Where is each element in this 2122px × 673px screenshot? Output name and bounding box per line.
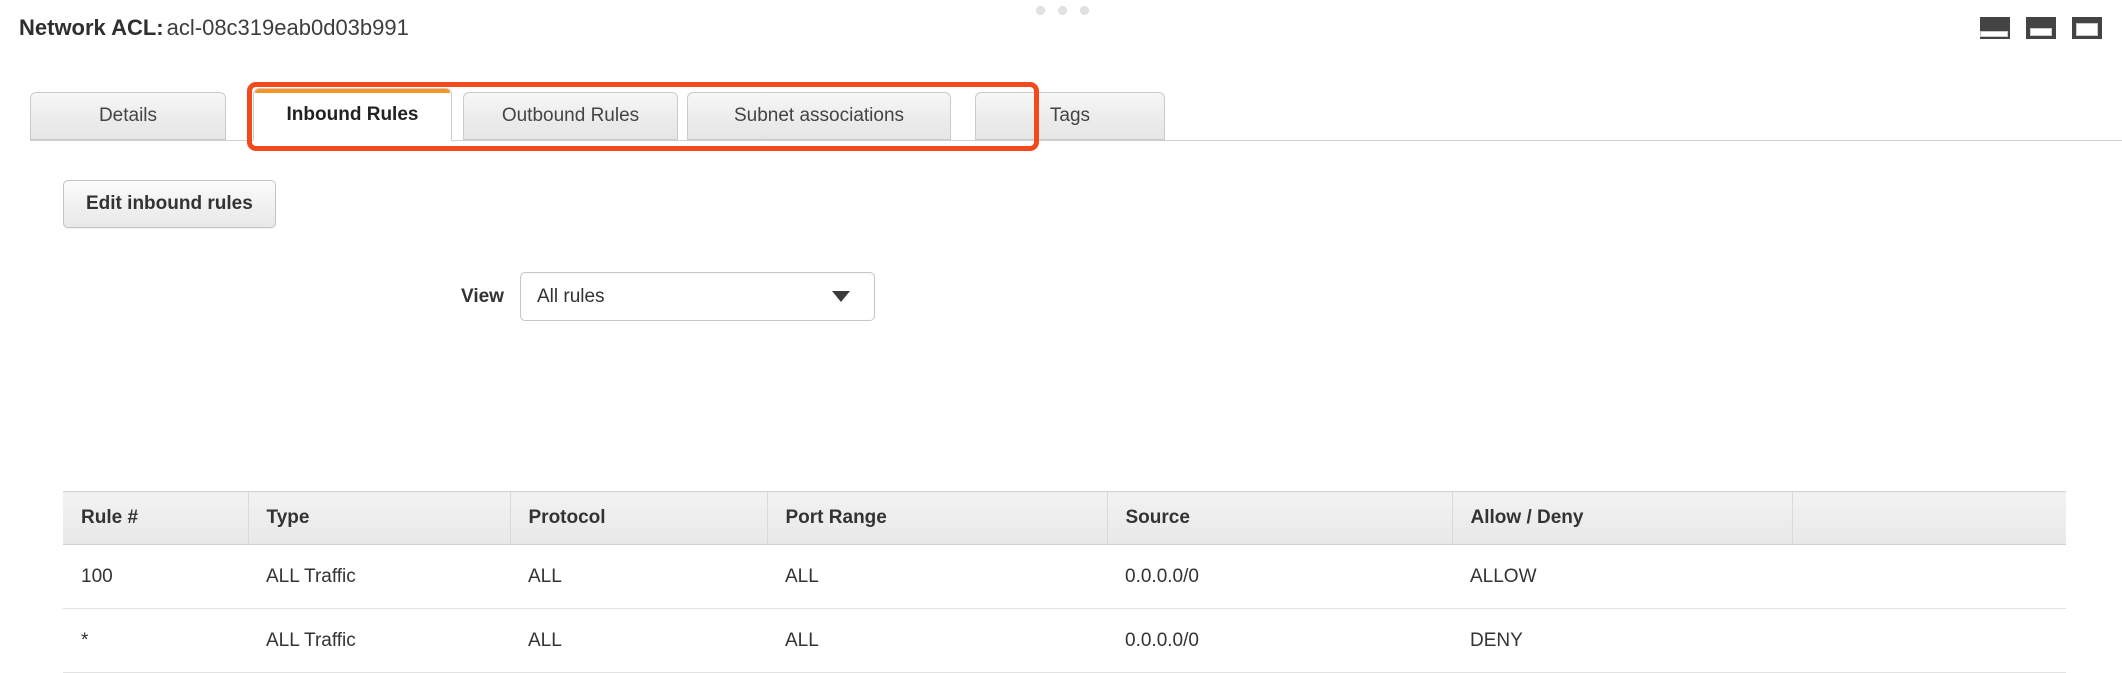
- tab-label: Inbound Rules: [286, 103, 419, 125]
- grip-dot: [1080, 6, 1089, 15]
- cell-type: ALL Traffic: [248, 544, 510, 609]
- pane-shape: [2030, 28, 2052, 36]
- cell-source: 0.0.0.0/0: [1107, 608, 1452, 673]
- chevron-down-icon: [831, 291, 850, 302]
- layout-bottom-pane-medium-icon[interactable]: [2026, 17, 2056, 39]
- tab-inbound-rules[interactable]: Inbound Rules: [253, 88, 452, 141]
- view-select-value: All rules: [536, 285, 605, 307]
- cell-port-range: ALL: [767, 608, 1107, 673]
- tab-label: Details: [98, 105, 158, 126]
- cell-type: ALL Traffic: [248, 608, 510, 673]
- table-header: Rule # Type Protocol Port Range Source A…: [63, 491, 2066, 545]
- column-header-rule[interactable]: Rule #: [63, 491, 248, 545]
- tab-panel-inbound-rules: Edit inbound rules View All rules Rule #…: [0, 141, 2122, 673]
- table-row[interactable]: 100 ALL Traffic ALL ALL 0.0.0.0/0 ALLOW: [63, 544, 2066, 609]
- tab-details[interactable]: Details: [30, 92, 226, 140]
- column-header-blank: [1791, 491, 2066, 545]
- page-title-value: acl-08c319eab0d03b991: [166, 15, 409, 40]
- edit-inbound-rules-button[interactable]: Edit inbound rules: [63, 180, 276, 228]
- table-row[interactable]: * ALL Traffic ALL ALL 0.0.0.0/0 DENY: [63, 608, 2066, 673]
- cell-blank: [1792, 544, 2066, 609]
- tab-tags[interactable]: Tags: [975, 92, 1165, 140]
- tab-label: Outbound Rules: [501, 105, 640, 126]
- column-header-source[interactable]: Source: [1106, 491, 1452, 545]
- view-label: View: [461, 285, 504, 307]
- grip-dot: [1036, 6, 1045, 15]
- cell-protocol: ALL: [510, 608, 767, 673]
- column-header-port-range[interactable]: Port Range: [766, 491, 1107, 545]
- tab-label: Subnet associations: [733, 105, 905, 126]
- tab-bar: Details Inbound Rules Outbound Rules Sub…: [0, 88, 2122, 141]
- cell-rule: *: [63, 608, 248, 673]
- cell-source: 0.0.0.0/0: [1107, 544, 1452, 609]
- table-header-row: Rule # Type Protocol Port Range Source A…: [63, 491, 2066, 545]
- cell-allow-deny: ALLOW: [1452, 544, 1792, 609]
- page-title: Network ACL: acl-08c319eab0d03b991: [19, 14, 409, 42]
- window-grip-dots: [1036, 6, 1089, 15]
- column-header-protocol[interactable]: Protocol: [509, 491, 767, 545]
- grip-dot: [1058, 6, 1067, 15]
- layout-bottom-pane-large-icon[interactable]: [2072, 17, 2102, 39]
- layout-bottom-pane-small-icon[interactable]: [1980, 17, 2010, 39]
- view-filter-row: View All rules: [63, 272, 1457, 321]
- column-header-type[interactable]: Type: [247, 491, 510, 545]
- pane-shape: [1980, 31, 2008, 37]
- cell-rule: 100: [63, 544, 248, 609]
- cell-blank: [1792, 608, 2066, 673]
- inbound-rules-table: Rule # Type Protocol Port Range Source A…: [63, 491, 2066, 673]
- view-select[interactable]: All rules: [519, 272, 875, 321]
- tab-outbound-rules[interactable]: Outbound Rules: [463, 92, 678, 140]
- table-body: 100 ALL Traffic ALL ALL 0.0.0.0/0 ALLOW …: [63, 544, 2066, 673]
- cell-port-range: ALL: [767, 544, 1107, 609]
- cell-protocol: ALL: [510, 544, 767, 609]
- tab-label: Tags: [1049, 105, 1091, 126]
- tab-subnet-associations[interactable]: Subnet associations: [687, 92, 951, 140]
- page-title-label: Network ACL:: [19, 15, 164, 40]
- column-header-allow-deny[interactable]: Allow / Deny: [1451, 491, 1792, 545]
- cell-allow-deny: DENY: [1452, 608, 1792, 673]
- edit-inbound-rules-label: Edit inbound rules: [86, 193, 253, 214]
- layout-icons-group: [1980, 17, 2102, 39]
- pane-shape: [2076, 23, 2098, 36]
